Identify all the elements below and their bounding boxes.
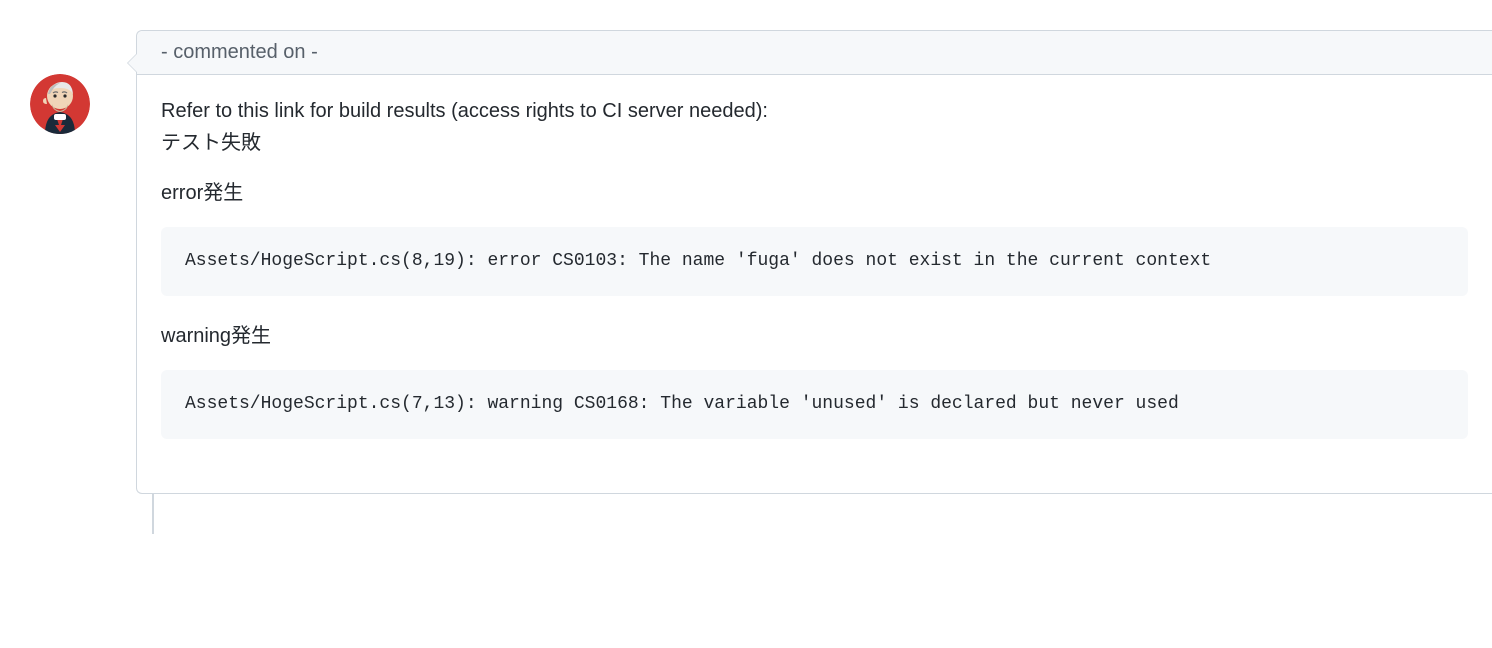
error-heading: error発生 (161, 177, 1468, 209)
comment-box: - commented on - Refer to this link for … (136, 30, 1492, 494)
spacer (100, 494, 1492, 534)
comment-caret (127, 53, 137, 73)
warning-heading: warning発生 (161, 320, 1468, 352)
comment-action: commented (173, 41, 278, 63)
error-code-block: Assets/HogeScript.cs(8,19): error CS0103… (161, 227, 1468, 296)
comment-header: - commented on - (137, 31, 1492, 75)
body-line2: テスト失敗 (161, 132, 261, 154)
jenkins-avatar[interactable] (30, 74, 90, 134)
comment-author[interactable]: - (161, 41, 168, 63)
comment-body: Refer to this link for build results (ac… (137, 75, 1492, 493)
comment-on: on (283, 41, 305, 63)
warning-code-block: Assets/HogeScript.cs(7,13): warning CS01… (161, 370, 1468, 439)
comment-date[interactable]: - (311, 41, 318, 63)
body-line1: Refer to this link for build results (ac… (161, 100, 768, 122)
timeline-container: - commented on - Refer to this link for … (0, 30, 1492, 534)
